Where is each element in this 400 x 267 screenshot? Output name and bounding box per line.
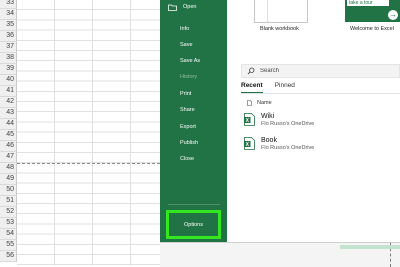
- search-box[interactable]: [241, 64, 400, 78]
- sheet-bottom-area: [160, 242, 400, 267]
- welcome-caption: Welcome to Excel: [350, 26, 394, 32]
- backstage-item-history: History: [180, 74, 198, 80]
- backstage-divider: [168, 204, 220, 205]
- backstage-item-save-as[interactable]: Save As: [180, 58, 200, 64]
- file-icon: [247, 100, 252, 106]
- take-tour-chip: take a tour: [347, 0, 389, 6]
- backstage-sidebar: Open Info Save Save As History Print Sha…: [160, 0, 227, 242]
- row-header[interactable]: 55: [0, 240, 17, 251]
- backstage-item-close[interactable]: Close: [180, 156, 194, 162]
- row-header[interactable]: 51: [0, 196, 17, 207]
- excel-file-icon: X: [244, 137, 255, 150]
- backstage-item-share[interactable]: Share: [180, 107, 195, 113]
- file-title: Wiki: [261, 113, 275, 120]
- row-header[interactable]: 45: [0, 130, 17, 141]
- row-header[interactable]: 43: [0, 108, 17, 119]
- welcome-template[interactable]: take a tour →: [345, 0, 400, 22]
- row-header[interactable]: 34: [0, 9, 17, 20]
- row-header[interactable]: 38: [0, 53, 17, 64]
- backstage-item-export[interactable]: Export: [180, 124, 196, 130]
- backstage-item-publish[interactable]: Publish: [180, 140, 198, 146]
- row-header[interactable]: 52: [0, 207, 17, 218]
- backstage-item-info[interactable]: Info: [180, 26, 189, 32]
- list-header: Name: [247, 100, 272, 106]
- tabs-divider: [241, 93, 400, 94]
- list-item[interactable]: X Wiki Flo Russo's OneDrive: [244, 113, 314, 127]
- spreadsheet-grid: 33 34 35 36 37 38 39 40 41 42 43 44 45 46 47 48 49 50 51 52…: [0, 0, 160, 266]
- options-button[interactable]: Options: [166, 210, 221, 239]
- row-header[interactable]: 39: [0, 64, 17, 75]
- search-input[interactable]: [260, 68, 390, 74]
- name-column-header[interactable]: Name: [257, 100, 272, 106]
- row-header[interactable]: 41: [0, 86, 17, 97]
- row-header[interactable]: 36: [0, 31, 17, 42]
- row-header[interactable]: 50: [0, 185, 17, 196]
- backstage-content: Blank workbook take a tour → Welcome to …: [227, 0, 400, 242]
- blank-workbook-template[interactable]: [254, 0, 308, 23]
- row-header[interactable]: 44: [0, 119, 17, 130]
- row-header[interactable]: 37: [0, 42, 17, 53]
- arrow-right-icon: →: [388, 10, 398, 20]
- row-header[interactable]: 56: [0, 251, 17, 262]
- list-item[interactable]: X Book Flo Russo's OneDrive: [244, 137, 314, 151]
- folder-open-icon: [168, 4, 177, 11]
- backstage-item-save[interactable]: Save: [180, 42, 193, 48]
- row-header[interactable]: 33: [0, 0, 17, 9]
- backstage-open-item[interactable]: Open: [168, 2, 196, 12]
- cell-grid: [17, 0, 160, 266]
- row-header[interactable]: 40: [0, 75, 17, 86]
- row-header[interactable]: 49: [0, 174, 17, 185]
- row-header[interactable]: 53: [0, 218, 17, 229]
- options-label: Options: [184, 221, 203, 228]
- page-break-line: [17, 163, 160, 164]
- blank-workbook-caption: Blank workbook: [260, 26, 299, 32]
- backstage-item-print[interactable]: Print: [180, 91, 191, 97]
- template-preview-column: [257, 0, 268, 22]
- open-label: Open: [183, 4, 197, 10]
- file-location: Flo Russo's OneDrive: [261, 145, 315, 151]
- file-title: Book: [261, 137, 277, 144]
- search-icon: [242, 67, 260, 75]
- sheet-tab-highlight: [340, 245, 400, 249]
- row-header[interactable]: 54: [0, 229, 17, 240]
- row-header[interactable]: 48: [0, 163, 17, 174]
- row-header[interactable]: 42: [0, 97, 17, 108]
- excel-file-icon: X: [244, 113, 255, 126]
- row-header[interactable]: 35: [0, 20, 17, 31]
- row-header[interactable]: 46: [0, 141, 17, 152]
- file-location: Flo Russo's OneDrive: [261, 121, 315, 127]
- row-header[interactable]: 47: [0, 152, 17, 163]
